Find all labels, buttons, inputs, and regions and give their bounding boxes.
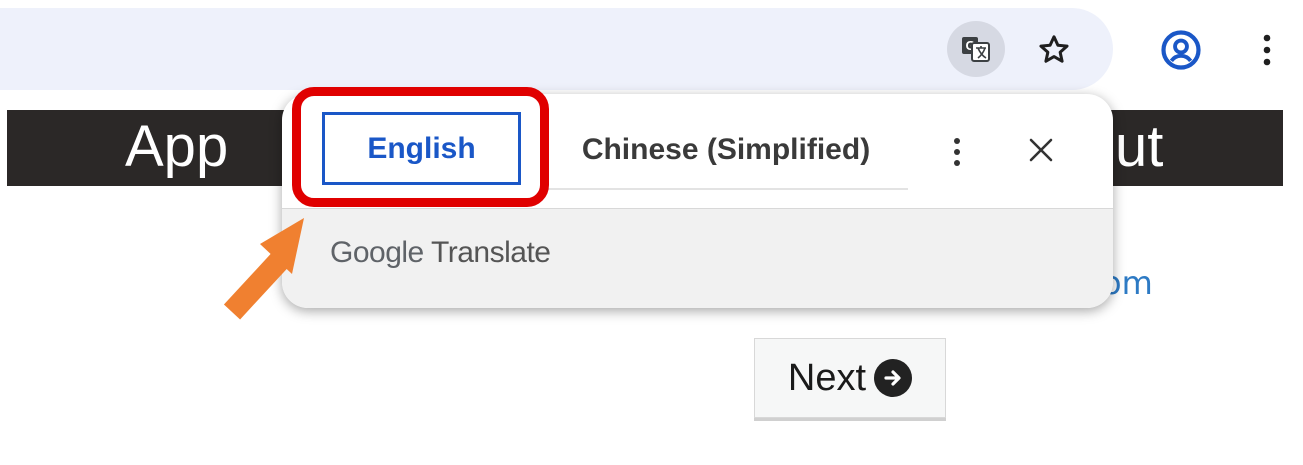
next-button-label: Next <box>787 356 867 399</box>
next-button[interactable]: Next <box>754 338 946 418</box>
account-circle-icon <box>1161 30 1201 70</box>
browser-menu-button[interactable] <box>1245 24 1289 76</box>
bookmark-star-button[interactable] <box>1030 24 1078 76</box>
arrow-circle-right-icon <box>874 359 913 397</box>
language-tab-chinese-simplified[interactable]: Chinese (Simplified) <box>544 112 908 190</box>
star-outline-icon <box>1039 35 1069 63</box>
highlight-box <box>292 87 549 207</box>
header-title-left: App <box>125 114 229 179</box>
vertical-ellipsis-icon <box>954 138 960 166</box>
close-icon <box>1029 138 1053 162</box>
google-wordmark: Google <box>330 236 424 269</box>
google-translate-icon: G <box>962 37 990 62</box>
pointer-arrow-icon <box>223 218 304 320</box>
header-title-right: ut <box>1115 114 1164 179</box>
translate-button[interactable]: G <box>947 21 1005 77</box>
profile-button[interactable] <box>1155 24 1207 76</box>
vertical-ellipsis-icon <box>1263 34 1271 66</box>
popup-options-button[interactable] <box>942 132 972 172</box>
google-translate-brand: Google Translate <box>330 236 551 270</box>
translate-wordmark: Translate <box>431 236 551 269</box>
popup-close-button[interactable] <box>1021 130 1061 170</box>
